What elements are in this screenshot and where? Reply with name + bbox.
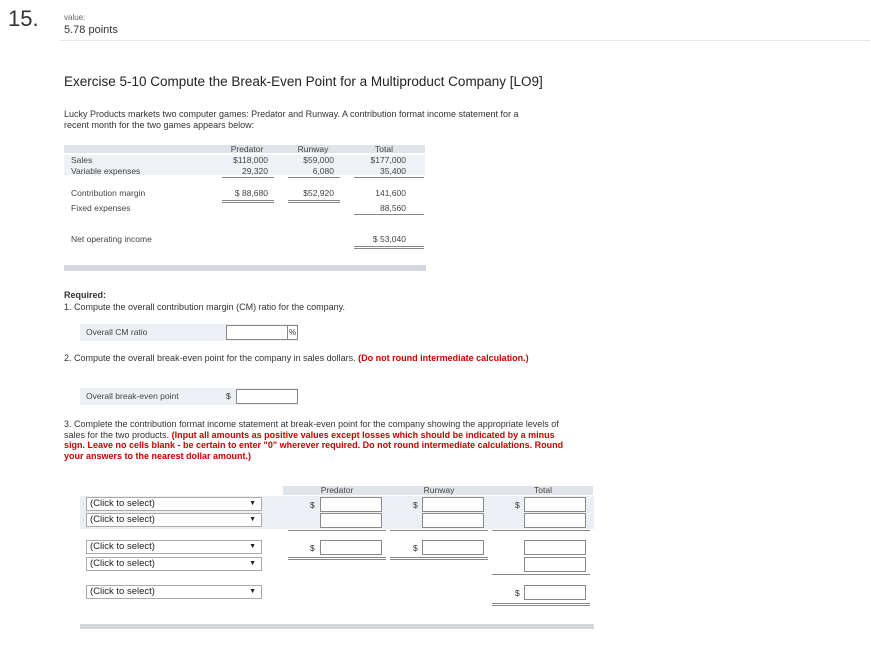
underline xyxy=(288,177,340,178)
underline xyxy=(354,177,424,178)
cell: 29,320 xyxy=(242,166,268,176)
dropdown-arrow-icon: ▼ xyxy=(249,588,256,595)
cm-ratio-label: Overall CM ratio xyxy=(86,327,148,337)
underline xyxy=(222,200,274,201)
col-header-predator: Predator xyxy=(230,144,264,154)
underline xyxy=(492,605,590,606)
dollar-sign: $ xyxy=(413,543,418,553)
cell: $59,000 xyxy=(303,155,334,165)
be-col-header-total: Total xyxy=(534,485,552,495)
header-divider xyxy=(60,40,870,41)
select-placeholder: (Click to select) xyxy=(90,558,155,569)
question-number: 15. xyxy=(8,6,39,31)
question-3-text: 3. Complete the contribution format inco… xyxy=(64,419,564,461)
select-placeholder: (Click to select) xyxy=(90,541,155,552)
percent-sign: % xyxy=(289,328,297,337)
row-label-sales: Sales xyxy=(71,155,93,165)
row-label-variable-expenses: Variable expenses xyxy=(71,166,141,176)
dropdown-arrow-icon: ▼ xyxy=(249,516,256,523)
predator-sales-input[interactable] xyxy=(320,497,382,512)
select-placeholder: (Click to select) xyxy=(90,498,155,509)
select-placeholder: (Click to select) xyxy=(90,514,155,525)
value-label: value: xyxy=(64,13,86,22)
runway-sales-input[interactable] xyxy=(422,497,484,512)
dollar-sign: $ xyxy=(310,543,315,553)
row-label-net-operating-income: Net operating income xyxy=(71,234,152,244)
underline xyxy=(390,559,488,560)
line-item-select[interactable]: (Click to select) ▼ xyxy=(86,513,262,527)
intro-text: Lucky Products markets two computer game… xyxy=(64,109,519,130)
be-table-footer-bar xyxy=(80,624,594,629)
percent-suffix-box: % xyxy=(288,325,298,340)
row-label-contribution-margin: Contribution margin xyxy=(71,188,146,198)
dollar-sign: $ xyxy=(413,500,418,510)
line-item-select[interactable]: (Click to select) ▼ xyxy=(86,540,262,554)
underline xyxy=(222,202,274,203)
predator-variable-input[interactable] xyxy=(320,513,382,528)
total-net-operating-income-input[interactable] xyxy=(524,585,586,600)
total-sales-input[interactable] xyxy=(524,497,586,512)
underline xyxy=(492,530,590,531)
dropdown-arrow-icon: ▼ xyxy=(249,560,256,567)
be-col-header-predator: Predator xyxy=(320,485,354,495)
break-even-label: Overall break-even point xyxy=(86,391,179,401)
select-placeholder: (Click to select) xyxy=(90,586,155,597)
underline xyxy=(288,530,386,531)
underline xyxy=(288,202,340,203)
question-2-main: 2. Compute the overall break-even point … xyxy=(64,353,356,363)
cell: $177,000 xyxy=(370,155,406,165)
dropdown-arrow-icon: ▼ xyxy=(249,543,256,550)
cell: 6,080 xyxy=(312,166,334,176)
col-header-total: Total xyxy=(375,144,393,154)
underline xyxy=(288,200,340,201)
dropdown-arrow-icon: ▼ xyxy=(249,500,256,507)
be-col-header-runway: Runway xyxy=(423,485,455,495)
question-2-text: 2. Compute the overall break-even point … xyxy=(64,353,554,364)
cell: 35,400 xyxy=(380,166,406,176)
underline xyxy=(354,214,424,215)
dollar-sign: $ xyxy=(515,500,520,510)
dollar-sign: $ xyxy=(310,500,315,510)
question-1-text: 1. Compute the overall contribution marg… xyxy=(64,302,345,312)
dollar-sign: $ xyxy=(226,391,231,401)
cell: $ 53,040 xyxy=(372,234,406,244)
break-even-input[interactable] xyxy=(236,389,298,404)
cell: 88,560 xyxy=(380,203,406,213)
runway-variable-input[interactable] xyxy=(422,513,484,528)
question-2-note: (Do not round intermediate calculation.) xyxy=(358,353,529,363)
cell: $ 88,680 xyxy=(234,188,268,198)
points-value: 5.78 points xyxy=(64,24,118,36)
underline xyxy=(288,557,386,558)
col-header-runway: Runway xyxy=(297,144,329,154)
total-variable-input[interactable] xyxy=(524,513,586,528)
underline xyxy=(288,559,386,560)
exercise-title: Exercise 5-10 Compute the Break-Even Poi… xyxy=(64,74,543,89)
cell: $118,000 xyxy=(233,155,268,165)
underline xyxy=(492,603,590,604)
underline xyxy=(354,246,424,247)
underline xyxy=(354,248,424,249)
dollar-sign: $ xyxy=(515,588,520,598)
line-item-select[interactable]: (Click to select) ▼ xyxy=(86,585,262,599)
underline xyxy=(390,530,488,531)
cm-ratio-input[interactable] xyxy=(226,325,288,340)
runway-cm-input[interactable] xyxy=(422,540,484,555)
line-item-select[interactable]: (Click to select) ▼ xyxy=(86,497,262,511)
table-footer-bar xyxy=(64,265,426,271)
underline xyxy=(222,177,274,178)
cell: $52,920 xyxy=(303,188,334,198)
underline xyxy=(390,557,488,558)
underline xyxy=(492,574,590,575)
total-cm-input[interactable] xyxy=(524,540,586,555)
total-fixed-input[interactable] xyxy=(524,557,586,572)
row-label-fixed-expenses: Fixed expenses xyxy=(71,203,131,213)
predator-cm-input[interactable] xyxy=(320,540,382,555)
line-item-select[interactable]: (Click to select) ▼ xyxy=(86,557,262,571)
required-heading: Required: xyxy=(64,290,107,300)
cell: 141,600 xyxy=(375,188,406,198)
